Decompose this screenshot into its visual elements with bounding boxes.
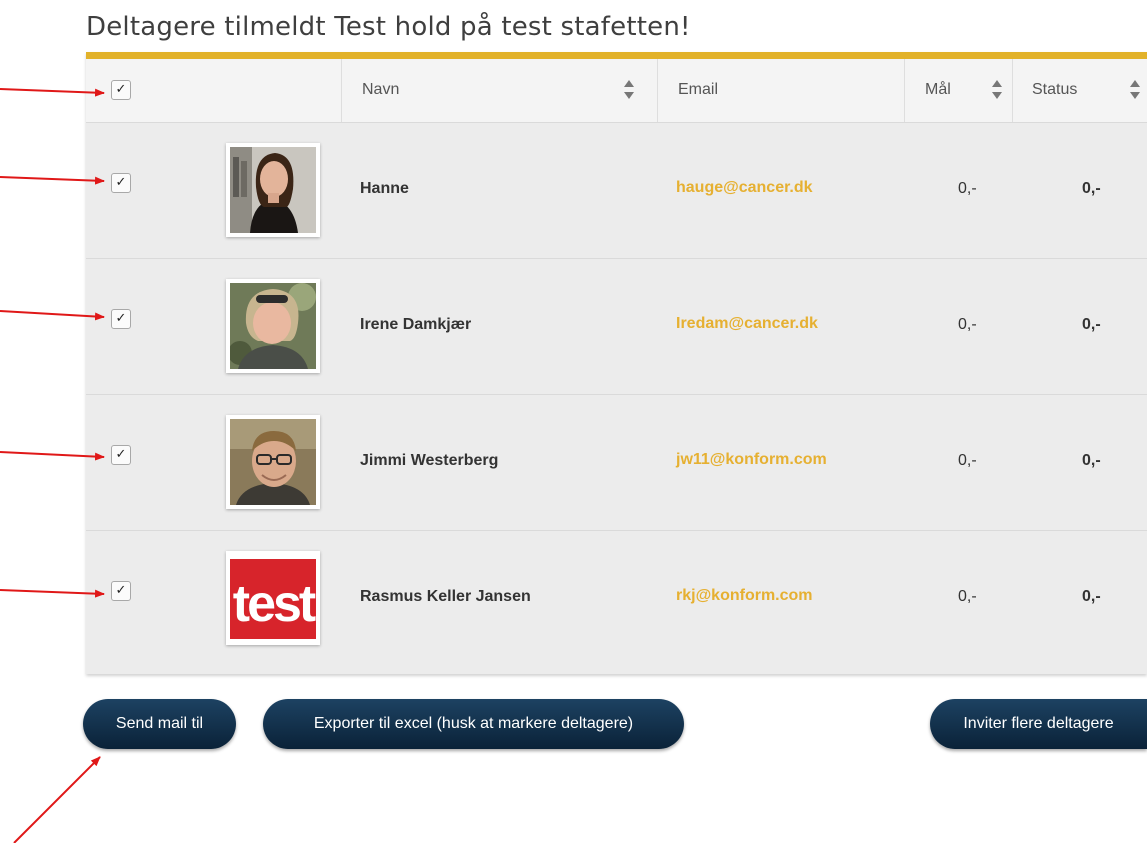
participant-email-link[interactable]: rkj@konform.com xyxy=(676,587,813,605)
sort-goal-icon[interactable] xyxy=(991,77,1003,103)
column-divider xyxy=(657,59,658,122)
participant-status: 0,- xyxy=(1082,588,1101,605)
participant-name: Rasmus Keller Jansen xyxy=(360,588,531,605)
table-row: ✓ Jimmi Westerberg jw11@konform.com 0,- … xyxy=(86,394,1147,531)
avatar xyxy=(226,279,320,373)
avatar: test xyxy=(226,551,320,645)
column-header-goal[interactable]: Mål xyxy=(925,81,951,99)
participants-table: ✓ Navn Email Mål Status ✓ Hanne hauge@ca… xyxy=(86,52,1147,674)
participant-email-link[interactable]: hauge@cancer.dk xyxy=(676,179,813,197)
table-row: ✓ Irene Damkjær Iredam@cancer.dk 0,- 0,- xyxy=(86,258,1147,395)
participant-status: 0,- xyxy=(1082,452,1101,469)
participant-goal: 0,- xyxy=(958,452,977,469)
page-title: Deltagere tilmeldt Test hold på test sta… xyxy=(86,12,691,42)
logo-text: test xyxy=(233,575,316,633)
test-logo-icon: test xyxy=(230,555,316,641)
participant-name: Hanne xyxy=(360,180,409,197)
woman-portrait-sunglasses-icon xyxy=(230,283,316,369)
participant-goal: 0,- xyxy=(958,588,977,605)
row-checkbox[interactable]: ✓ xyxy=(111,581,131,601)
participant-email-link[interactable]: jw11@konform.com xyxy=(676,451,827,469)
annotation-arrow xyxy=(13,756,101,843)
column-header-email[interactable]: Email xyxy=(678,81,718,99)
table-row: ✓ test Rasmus Keller Jansen rkj@konform.… xyxy=(86,530,1147,667)
row-checkbox[interactable]: ✓ xyxy=(111,309,131,329)
participant-email-link[interactable]: Iredam@cancer.dk xyxy=(676,315,818,333)
send-mail-button[interactable]: Send mail til xyxy=(83,699,236,749)
column-divider xyxy=(1012,59,1013,122)
participant-status: 0,- xyxy=(1082,316,1101,333)
column-divider xyxy=(904,59,905,122)
column-header-status[interactable]: Status xyxy=(1032,81,1077,99)
column-divider xyxy=(341,59,342,122)
row-checkbox[interactable]: ✓ xyxy=(111,445,131,465)
table-row: ✓ Hanne hauge@cancer.dk 0,- 0,- xyxy=(86,122,1147,259)
avatar xyxy=(226,415,320,509)
table-header: ✓ Navn Email Mål Status xyxy=(86,59,1147,122)
avatar xyxy=(226,143,320,237)
participant-name: Jimmi Westerberg xyxy=(360,452,499,469)
participant-status: 0,- xyxy=(1082,180,1101,197)
column-header-name[interactable]: Navn xyxy=(362,81,399,99)
participant-name: Irene Damkjær xyxy=(360,316,472,333)
woman-portrait-icon xyxy=(230,147,316,233)
row-checkbox[interactable]: ✓ xyxy=(111,173,131,193)
sort-name-icon[interactable] xyxy=(623,77,635,103)
select-all-checkbox[interactable]: ✓ xyxy=(111,80,131,100)
sort-status-icon[interactable] xyxy=(1129,77,1141,103)
invite-more-button[interactable]: Inviter flere deltagere xyxy=(930,699,1147,749)
participant-goal: 0,- xyxy=(958,180,977,197)
export-excel-button[interactable]: Exporter til excel (husk at markere delt… xyxy=(263,699,684,749)
man-portrait-glasses-icon xyxy=(230,419,316,505)
participant-goal: 0,- xyxy=(958,316,977,333)
